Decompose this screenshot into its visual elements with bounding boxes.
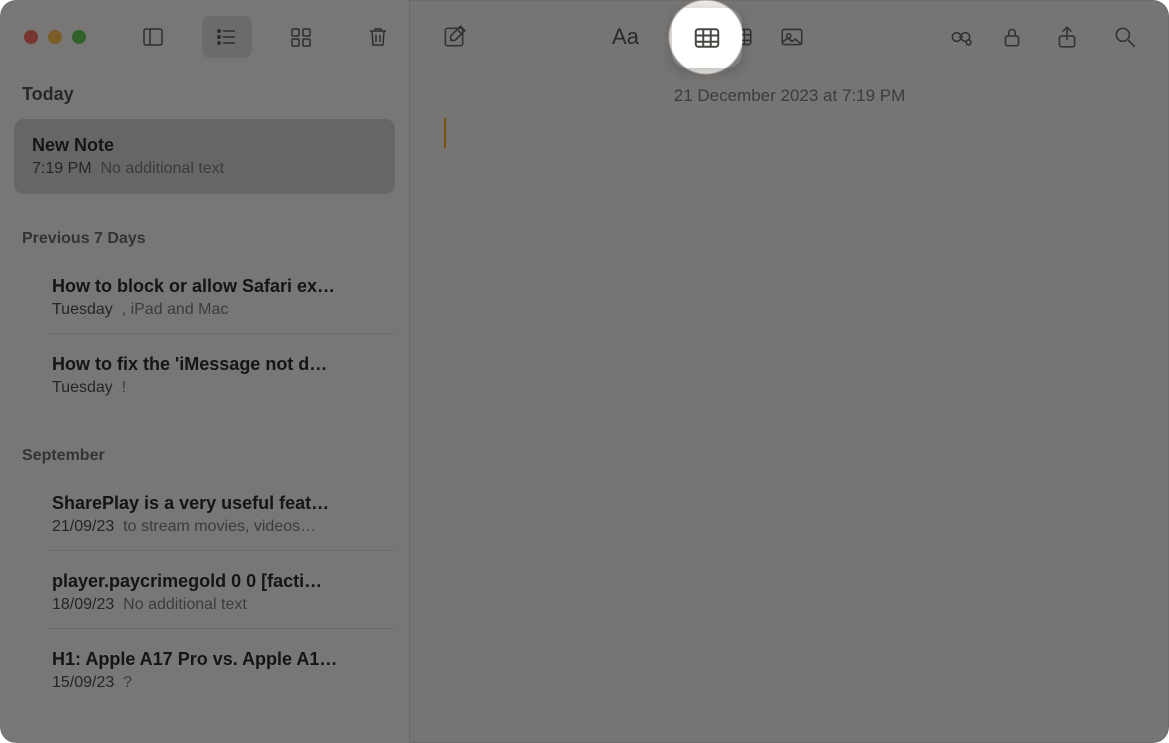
sidebar: Today New Note 7:19 PM No additional tex… (0, 0, 410, 743)
note-list-prev7: How to block or allow Safari ex… Tuesday… (0, 256, 409, 411)
section-header-september: September (0, 411, 409, 473)
text-cursor (444, 118, 446, 148)
delete-note-button[interactable] (353, 16, 403, 58)
table-button-highlight[interactable] (672, 8, 742, 68)
note-datestamp: 21 December 2023 at 7:19 PM (410, 74, 1169, 118)
notes-window: Today New Note 7:19 PM No additional tex… (0, 0, 1169, 743)
link-button[interactable] (941, 17, 981, 57)
note-item[interactable]: H1: Apple A17 Pro vs. Apple A1… 15/09/23… (46, 637, 395, 706)
note-item[interactable]: How to fix the 'iMessage not d… Tuesday … (46, 342, 395, 411)
note-subtitle: 15/09/23 ? (52, 674, 389, 692)
media-button[interactable] (779, 17, 809, 57)
toolbar-right: Aa (410, 0, 1169, 74)
note-title: New Note (32, 135, 377, 156)
note-subtitle: 21/09/23 to stream movies, videos… (52, 518, 389, 536)
note-item[interactable]: How to block or allow Safari ex… Tuesday… (46, 264, 395, 334)
main-pane: Aa (410, 0, 1169, 743)
note-title: H1: Apple A17 Pro vs. Apple A1… (52, 649, 389, 670)
note-title: How to block or allow Safari ex… (52, 276, 389, 297)
section-header-today: Today (0, 74, 409, 111)
note-item[interactable]: player.paycrimegold 0 0 [facti… 18/09/23… (46, 559, 395, 629)
lock-button[interactable] (999, 17, 1029, 57)
search-button[interactable] (1105, 17, 1145, 57)
gallery-view-button[interactable] (276, 16, 326, 58)
window-controls (24, 30, 86, 44)
note-title: How to fix the 'iMessage not d… (52, 354, 389, 375)
maximize-window-button[interactable] (72, 30, 86, 44)
note-subtitle: Tuesday ! (52, 379, 389, 397)
new-note-button[interactable] (434, 17, 474, 57)
toolbar-left (0, 0, 409, 74)
note-list-september: SharePlay is a very useful feat… 21/09/2… (0, 473, 409, 706)
section-header-prev7: Previous 7 Days (0, 194, 409, 256)
note-title: player.paycrimegold 0 0 [facti… (52, 571, 389, 592)
share-button[interactable] (1047, 17, 1087, 57)
table-icon (692, 23, 722, 53)
note-editor[interactable] (410, 118, 1169, 743)
minimize-window-button[interactable] (48, 30, 62, 44)
note-list-today: New Note 7:19 PM No additional text (0, 111, 409, 194)
toggle-sidebar-button[interactable] (128, 16, 178, 58)
note-subtitle: 18/09/23 No additional text (52, 596, 389, 614)
note-item[interactable]: New Note 7:19 PM No additional text (14, 119, 395, 194)
note-subtitle: 7:19 PM No additional text (32, 160, 377, 178)
close-window-button[interactable] (24, 30, 38, 44)
format-button[interactable]: Aa (606, 17, 645, 57)
note-item[interactable]: SharePlay is a very useful feat… 21/09/2… (46, 481, 395, 551)
note-title: SharePlay is a very useful feat… (52, 493, 389, 514)
list-view-button[interactable] (202, 16, 252, 58)
note-subtitle: Tuesday , iPad and Mac (52, 301, 389, 319)
